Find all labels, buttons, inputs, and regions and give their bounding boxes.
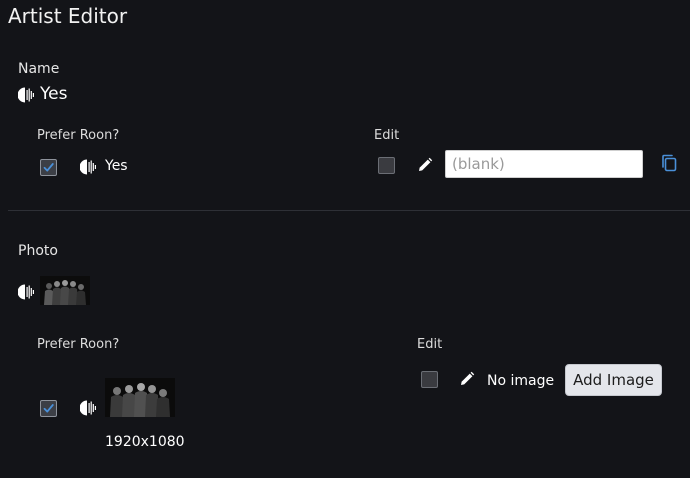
- checkmark-icon: [43, 404, 54, 413]
- add-image-button[interactable]: Add Image: [565, 364, 662, 396]
- page-title: Artist Editor: [8, 4, 128, 28]
- name-prefer-roon-checkbox[interactable]: [40, 159, 57, 176]
- copy-icon[interactable]: [661, 154, 677, 172]
- photo-label: Photo: [18, 243, 58, 259]
- name-edit-label: Edit: [374, 128, 400, 143]
- name-prefer-roon-label: Prefer Roon?: [37, 128, 120, 143]
- checkmark-icon: [43, 163, 54, 172]
- name-edit-checkbox[interactable]: [378, 157, 395, 174]
- photo-edit-checkbox[interactable]: [421, 371, 438, 388]
- artist-photo-thumbnail: [40, 276, 90, 305]
- roon-photo-thumbnail: [105, 378, 175, 417]
- name-current-value: Yes: [40, 84, 68, 104]
- roon-logo-icon: [18, 283, 36, 301]
- section-divider: [8, 210, 690, 211]
- pencil-icon[interactable]: [417, 157, 433, 173]
- name-label: Name: [18, 61, 60, 77]
- roon-logo-icon: [18, 86, 36, 104]
- no-image-text: No image: [487, 373, 555, 389]
- pencil-icon[interactable]: [459, 371, 475, 387]
- name-roon-value: Yes: [105, 158, 128, 174]
- name-edit-input[interactable]: [445, 150, 643, 178]
- roon-logo-icon: [80, 399, 98, 417]
- photo-edit-label: Edit: [417, 337, 443, 352]
- photo-prefer-roon-label: Prefer Roon?: [37, 337, 120, 352]
- roon-logo-icon: [80, 158, 98, 176]
- photo-resolution: 1920x1080: [105, 434, 185, 450]
- photo-prefer-roon-checkbox[interactable]: [40, 400, 57, 417]
